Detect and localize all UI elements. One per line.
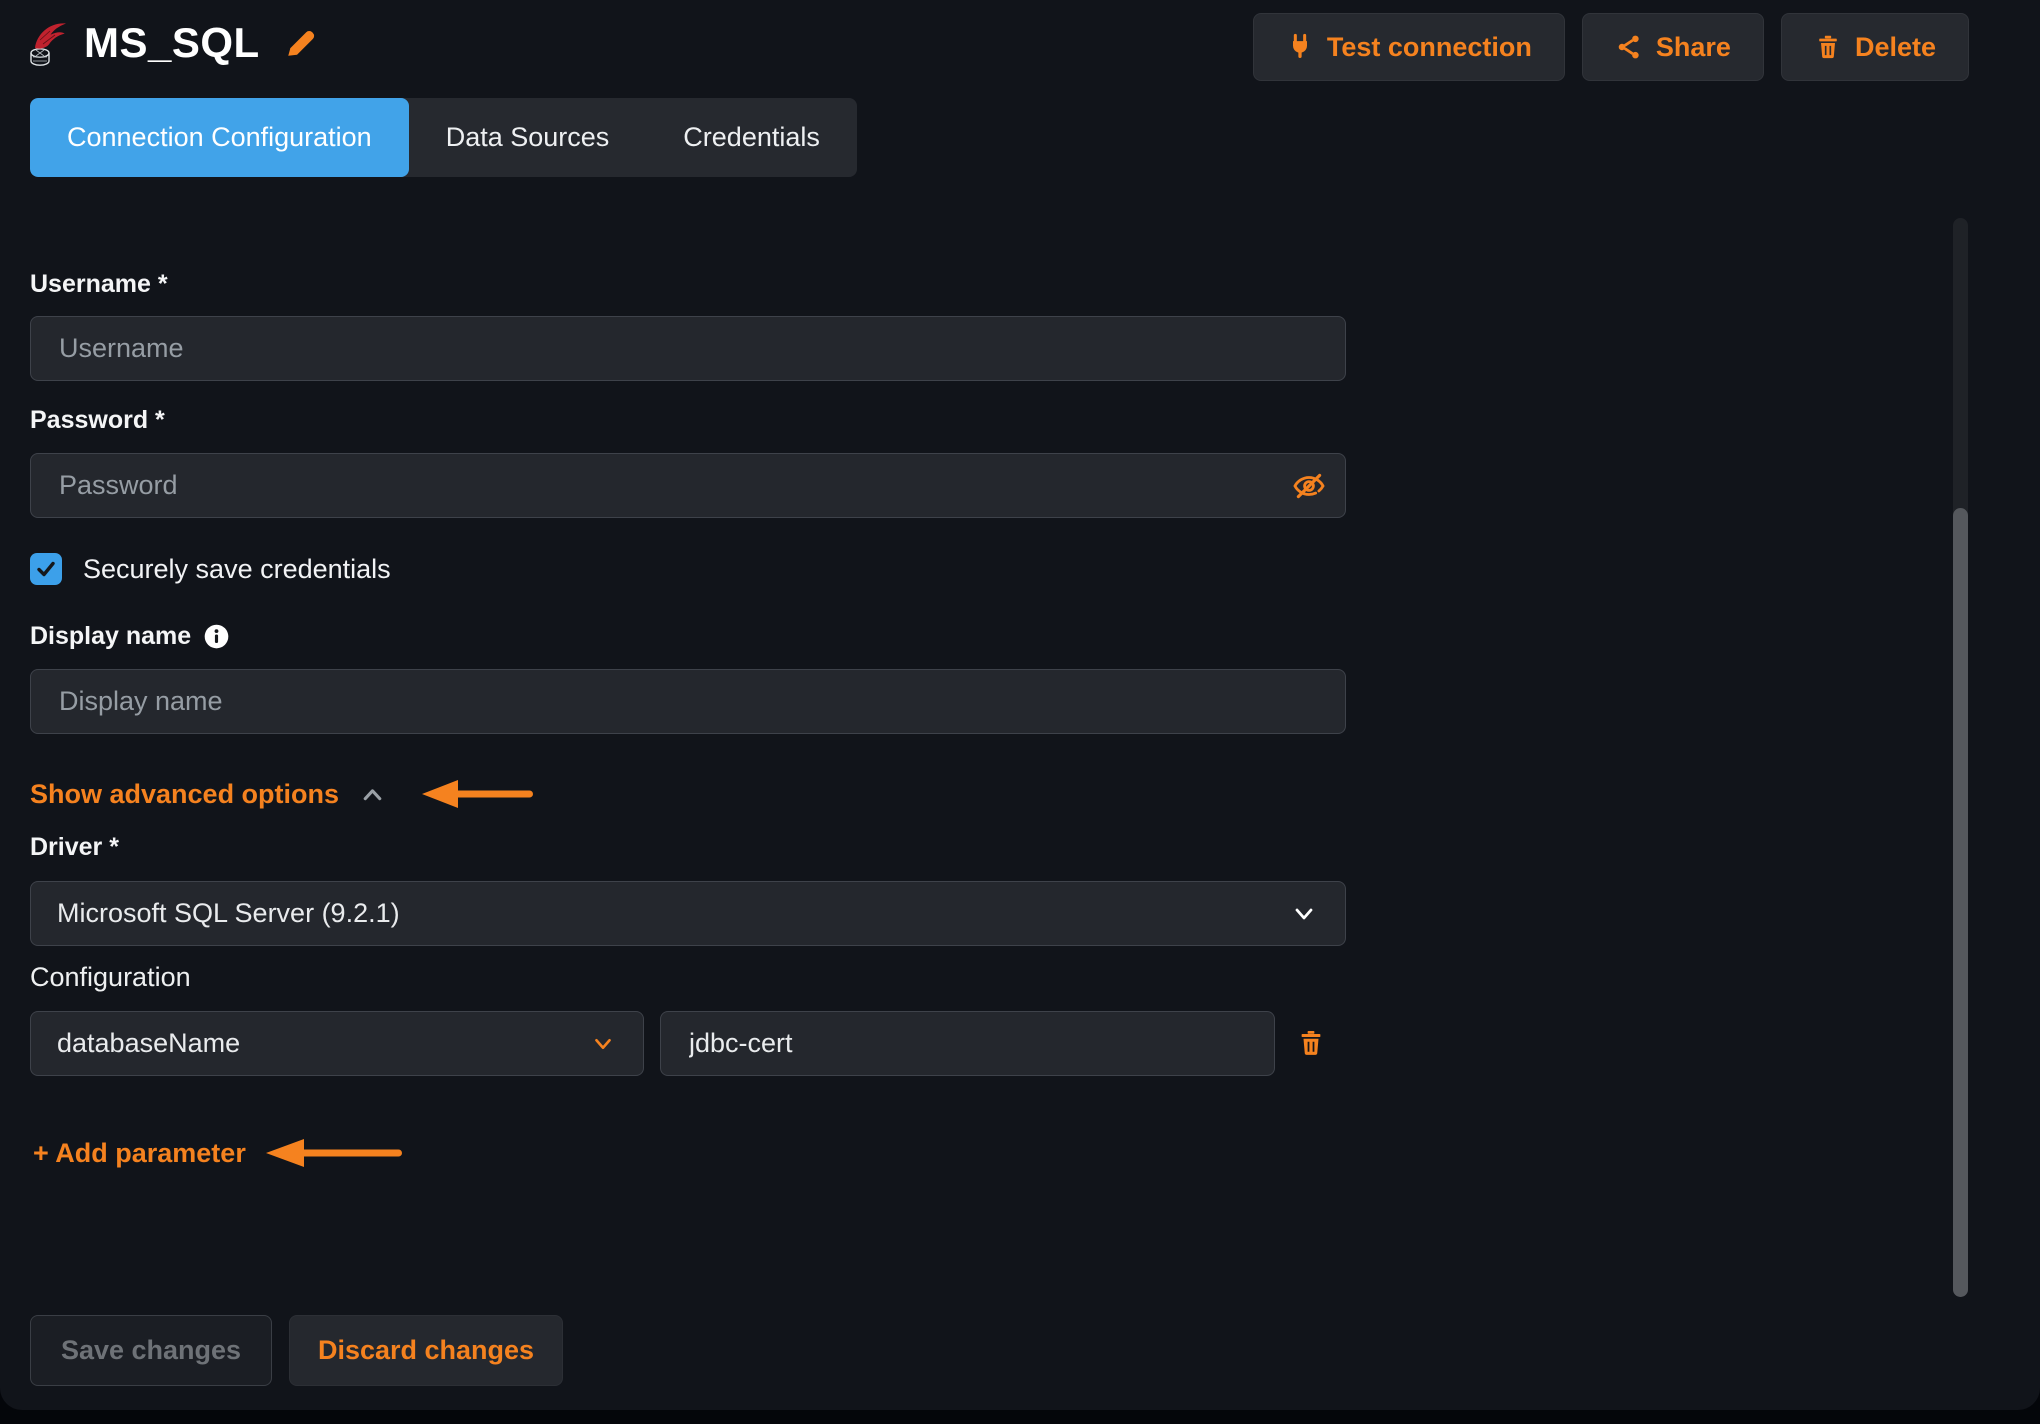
securely-save-label: Securely save credentials (83, 554, 391, 585)
header-actions: Test connection Share (1253, 13, 1969, 81)
header: MS_SQL (28, 16, 318, 70)
eye-off-icon (1292, 469, 1326, 503)
left-arrow-annotation (264, 1136, 404, 1170)
password-input[interactable] (30, 453, 1346, 518)
share-button[interactable]: Share (1582, 13, 1764, 81)
sql-server-logo-icon (28, 16, 68, 70)
share-label: Share (1656, 32, 1731, 63)
page-title: MS_SQL (84, 19, 260, 67)
remove-parameter-button[interactable] (1296, 1028, 1326, 1058)
parameter-key-select[interactable]: databaseName (30, 1011, 644, 1076)
show-advanced-options-toggle[interactable]: Show advanced options (30, 779, 339, 810)
add-parameter-row: + Add parameter (33, 1136, 404, 1170)
chevron-down-icon (589, 1030, 617, 1058)
info-icon[interactable] (203, 623, 230, 650)
tab-data-sources[interactable]: Data Sources (409, 98, 647, 177)
username-input[interactable] (30, 316, 1346, 381)
save-changes-button[interactable]: Save changes (30, 1315, 272, 1386)
delete-label: Delete (1855, 32, 1936, 63)
plug-icon (1286, 33, 1314, 61)
discard-changes-button[interactable]: Discard changes (289, 1315, 563, 1386)
toggle-password-visibility-button[interactable] (1292, 469, 1326, 503)
chevron-down-icon (1289, 899, 1319, 929)
scrollbar-thumb[interactable] (1953, 508, 1968, 1297)
display-name-label-text: Display name (30, 620, 191, 652)
display-name-label: Display name (30, 620, 230, 652)
test-connection-button[interactable]: Test connection (1253, 13, 1565, 81)
parameter-key-value: databaseName (57, 1028, 240, 1059)
advanced-options-row: Show advanced options (30, 777, 535, 811)
left-arrow-annotation (420, 777, 535, 811)
scrollbar-track[interactable] (1953, 218, 1968, 1297)
trash-icon (1296, 1028, 1326, 1058)
configuration-label: Configuration (30, 962, 191, 993)
add-parameter-button[interactable]: + Add parameter (33, 1138, 246, 1169)
driver-selected-value: Microsoft SQL Server (9.2.1) (57, 898, 400, 929)
delete-button[interactable]: Delete (1781, 13, 1969, 81)
main-panel: MS_SQL Test connection (0, 0, 2040, 1410)
securely-save-row: Securely save credentials (30, 553, 391, 585)
driver-select[interactable]: Microsoft SQL Server (9.2.1) (30, 881, 1346, 946)
username-label: Username * (30, 268, 168, 300)
tab-bar: Connection Configuration Data Sources Cr… (30, 98, 857, 177)
password-label: Password * (30, 404, 165, 436)
chevron-up-icon[interactable] (359, 781, 386, 808)
share-nodes-icon (1615, 33, 1643, 61)
checkmark-icon (34, 557, 58, 581)
driver-label: Driver * (30, 831, 119, 863)
parameter-value-input[interactable] (660, 1011, 1275, 1076)
pencil-icon (284, 26, 318, 60)
test-connection-label: Test connection (1327, 32, 1532, 63)
tab-connection-configuration[interactable]: Connection Configuration (30, 98, 409, 177)
tab-credentials[interactable]: Credentials (646, 98, 857, 177)
trash-icon (1814, 33, 1842, 61)
securely-save-checkbox[interactable] (30, 553, 62, 585)
display-name-input[interactable] (30, 669, 1346, 734)
edit-title-button[interactable] (284, 26, 318, 60)
connection-editor-page: MS_SQL Test connection (0, 0, 2040, 1424)
